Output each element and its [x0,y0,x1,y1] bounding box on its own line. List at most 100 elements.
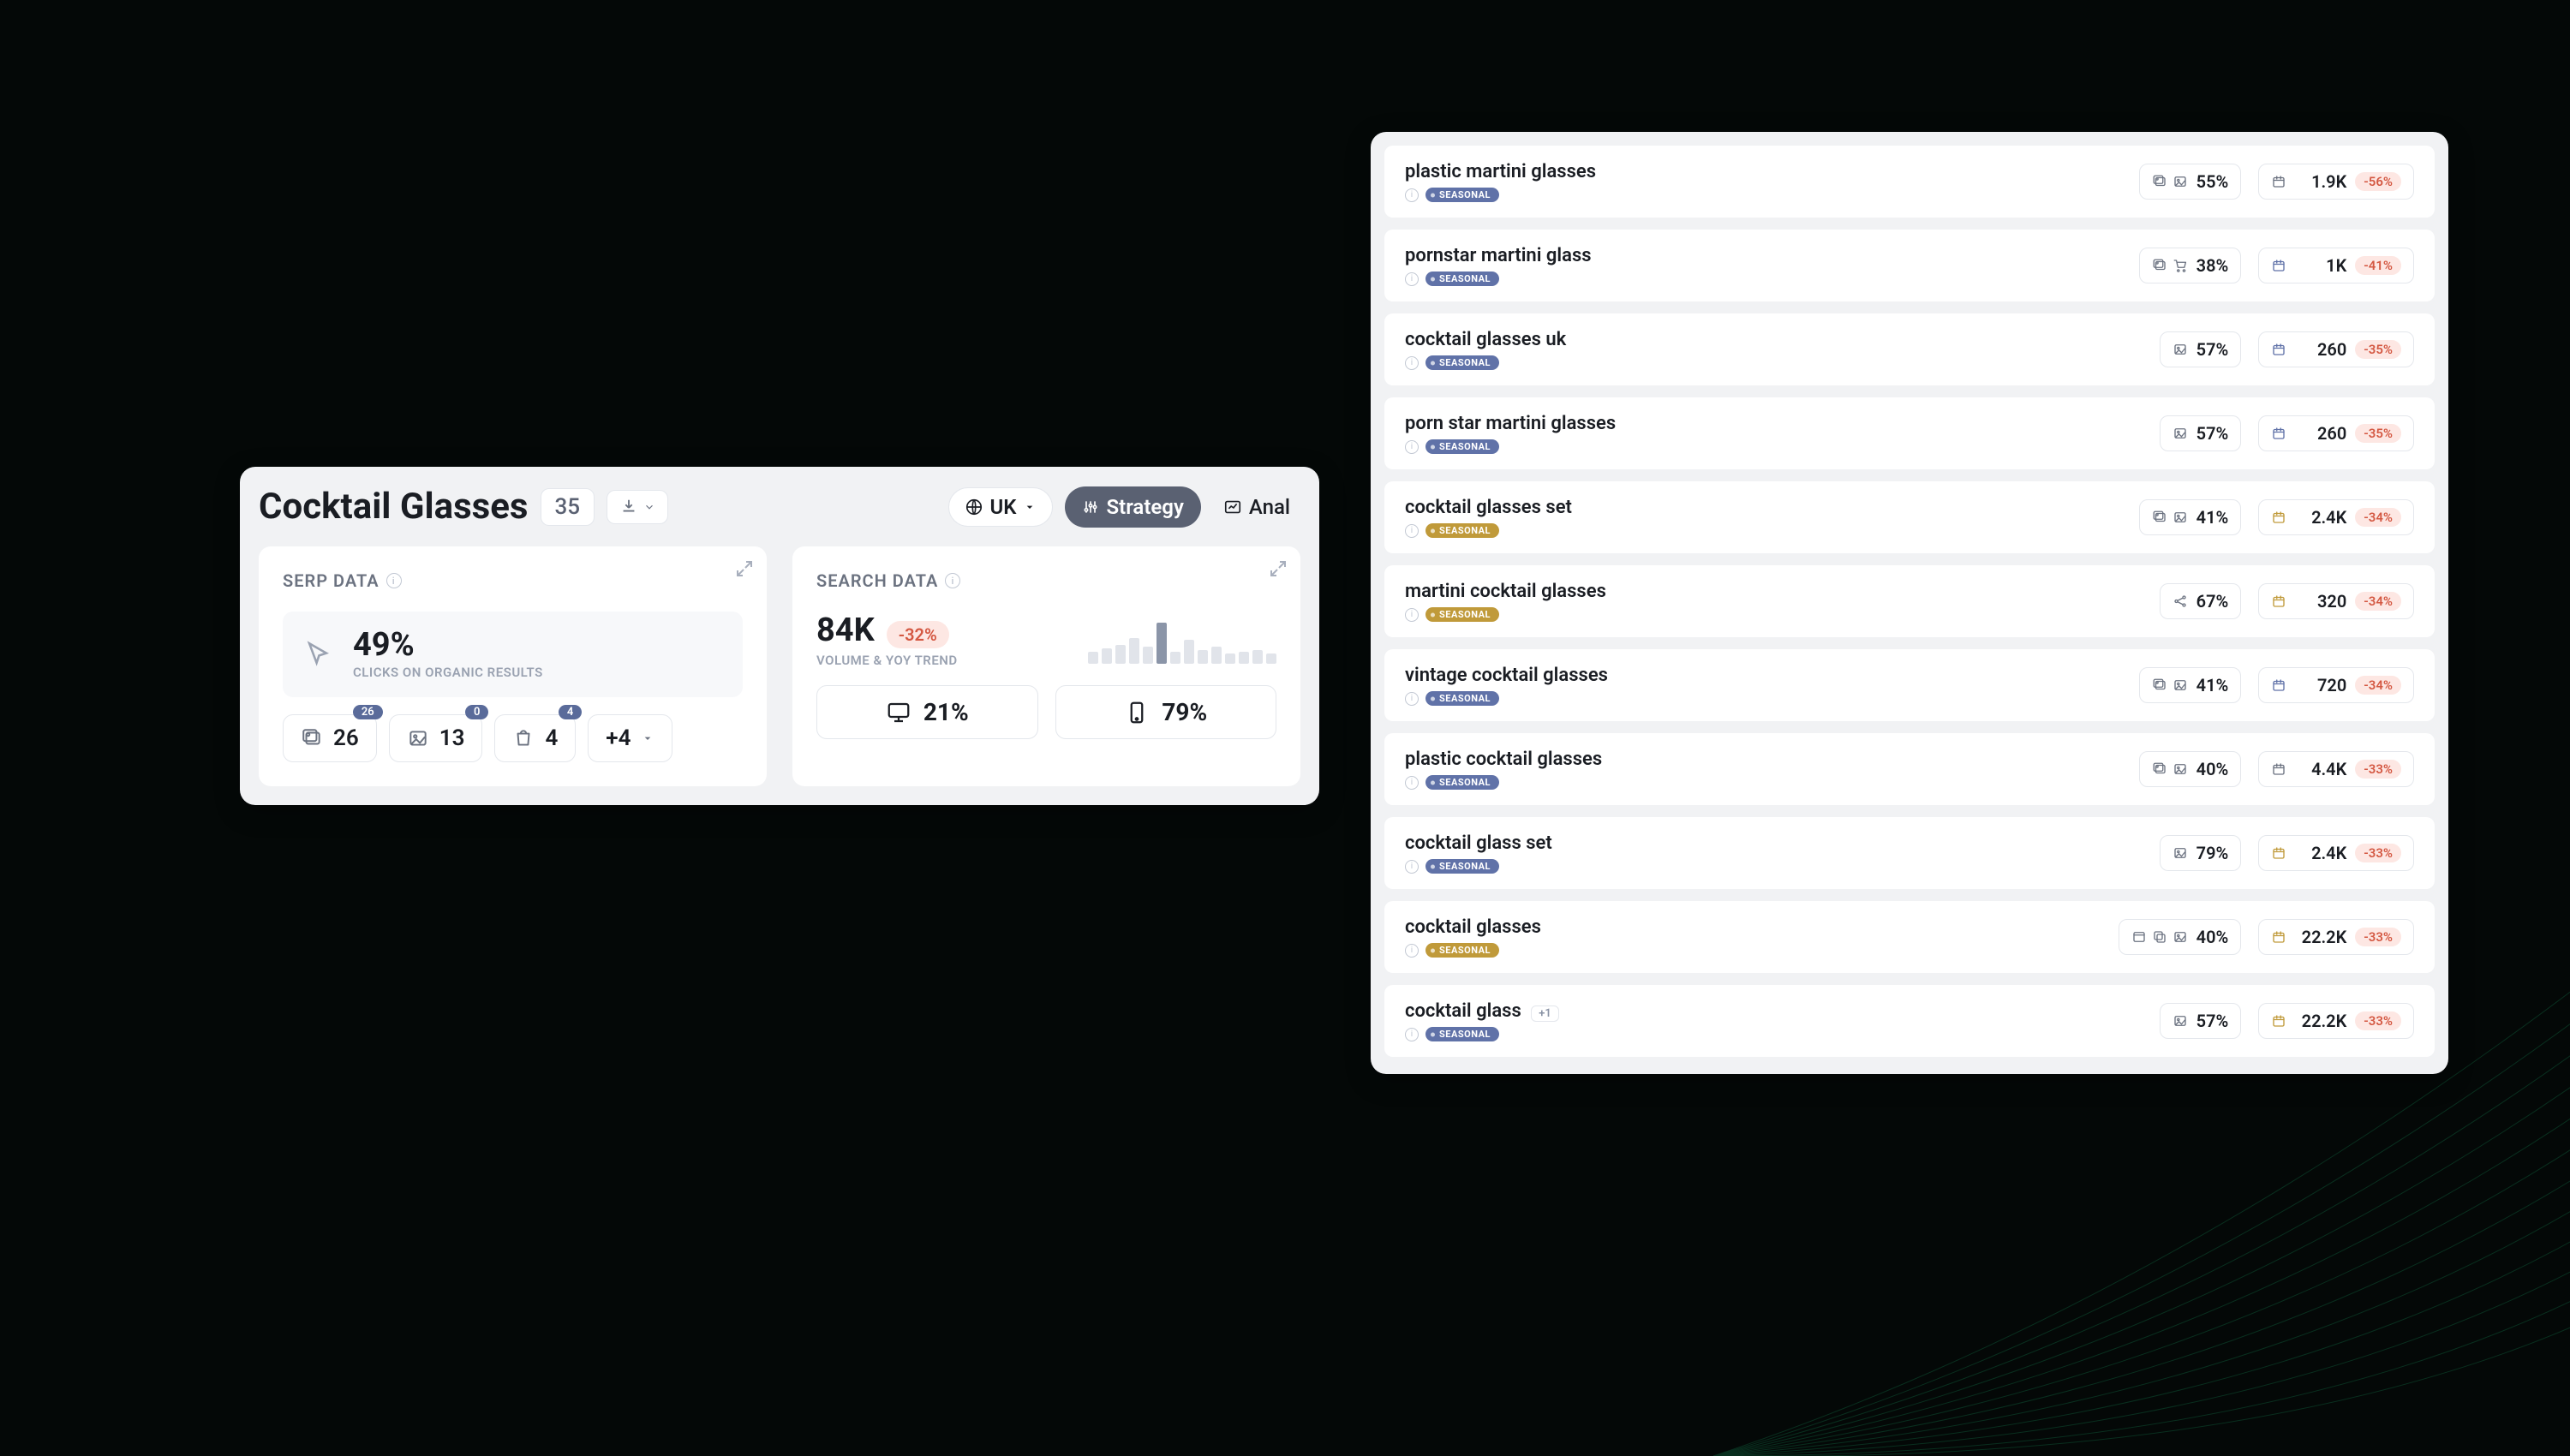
info-icon[interactable]: i [1405,356,1419,370]
tab-analytics-label: Anal [1249,495,1290,519]
seasonal-badge: SEASONAL [1425,272,1499,286]
seasonal-badge: SEASONAL [1425,355,1499,370]
serp-metric-value: 40% [2196,759,2229,779]
info-icon[interactable]: i [1405,944,1419,958]
search-data-card: SEARCH DATA i 84K -32% VOLUME & YOY TREN… [792,546,1300,786]
trend-sparkline [1088,616,1276,664]
search-volume: 84K [816,612,875,649]
keyword-row[interactable]: cocktail glassesiSEASONAL40%22.2K-33% [1384,901,2435,973]
tab-analytics[interactable]: Anal [1213,486,1300,528]
search-sub-label: VOLUME & YOY TREND [816,653,1067,668]
info-icon[interactable]: i [945,573,960,588]
seasonal-badge: SEASONAL [1425,188,1499,202]
keyword-main: porn star martini glassesiSEASONAL [1405,413,2143,454]
info-icon[interactable]: i [1405,692,1419,706]
keyword-row[interactable]: plastic martini glassesiSEASONAL55%1.9K-… [1384,146,2435,218]
info-icon[interactable]: i [386,573,402,588]
chevron-down-icon [1023,500,1037,514]
info-icon[interactable]: i [1405,524,1419,538]
image-icon [2173,845,2188,861]
spark-bar [1156,623,1167,664]
calendar-icon [2271,929,2286,945]
spark-bar [1252,650,1263,664]
volume-value: 260 [2295,423,2346,444]
info-icon[interactable]: i [1405,860,1419,874]
info-icon[interactable]: i [1405,272,1419,286]
seasonal-badge: SEASONAL [1425,775,1499,790]
info-icon[interactable]: i [1405,188,1419,202]
copy-icon [2152,929,2167,945]
serp-feature-badge: 4 [559,705,582,719]
serp-feature-pill[interactable]: 130 [389,714,483,762]
keyword-count-badge: 35 [541,488,595,526]
region-selector[interactable]: UK [948,487,1054,527]
image-icon [2173,929,2188,945]
page-title: Cocktail Glasses [259,486,529,528]
info-icon[interactable]: i [1405,776,1419,790]
keyword-main: vintage cocktail glassesiSEASONAL [1405,665,2122,706]
serp-feature-more[interactable]: +4 [588,714,672,762]
chart-icon [1223,498,1242,516]
tab-strategy[interactable]: Strategy [1065,486,1200,528]
spark-bar [1102,648,1112,664]
volume-value: 4.4K [2295,759,2346,779]
chevron-down-icon [641,731,654,745]
expand-button[interactable] [734,558,755,579]
keyword-plus-badge: +1 [1531,1005,1559,1022]
spark-bar [1198,650,1208,664]
keyword-list-panel: plastic martini glassesiSEASONAL55%1.9K-… [1371,132,2448,1074]
images-icon [2152,677,2167,693]
serp-metric: 40% [2139,751,2242,787]
seasonal-badge: SEASONAL [1425,859,1499,874]
volume-metric: 260-35% [2258,331,2414,367]
keyword-row[interactable]: cocktail glass +1iSEASONAL57%22.2K-33% [1384,985,2435,1057]
info-icon[interactable]: i [1405,608,1419,622]
keyword-row[interactable]: porn star martini glassesiSEASONAL57%260… [1384,397,2435,469]
tab-strategy-label: Strategy [1106,495,1183,519]
keyword-row[interactable]: cocktail glass setiSEASONAL79%2.4K-33% [1384,817,2435,889]
serp-hero: 49% CLICKS ON ORGANIC RESULTS [283,612,743,697]
calendar-icon [2271,174,2286,189]
info-icon[interactable]: i [1405,440,1419,454]
volume-metric: 2.4K-34% [2258,499,2414,535]
calendar-icon [2271,426,2286,441]
globe-icon [965,498,983,516]
keyword-row[interactable]: cocktail glasses setiSEASONAL41%2.4K-34% [1384,481,2435,553]
calendar-icon [2271,342,2286,357]
keyword-main: cocktail glass +1iSEASONAL [1405,1000,2143,1041]
volume-delta: -33% [2355,760,2401,779]
serp-metric-value: 38% [2196,255,2229,276]
calendar-icon [2271,510,2286,525]
keyword-row[interactable]: vintage cocktail glassesiSEASONAL41%720-… [1384,649,2435,721]
volume-metric: 1.9K-56% [2258,164,2414,200]
volume-metric: 1K-41% [2258,248,2414,283]
serp-metric: 41% [2139,667,2242,703]
spark-bar [1170,652,1180,664]
serp-feature-value: 26 [333,725,359,751]
serp-metric-value: 57% [2196,423,2229,444]
image-icon [2173,761,2188,777]
keyword-row[interactable]: cocktail glasses ukiSEASONAL57%260-35% [1384,313,2435,385]
spark-bar [1143,647,1153,664]
serp-feature-pill[interactable]: 2626 [283,714,377,762]
keyword-row[interactable]: plastic cocktail glasses i SEASONAL 40% 4.4K… [1384,733,2435,805]
sliders-icon [1082,498,1099,516]
keyword-main: plastic cocktail glasses i SEASONAL [1405,749,2122,790]
expand-button[interactable] [1268,558,1288,579]
summary-panel: Cocktail Glasses 35 UK Strategy Anal [240,467,1319,805]
spark-bar [1211,647,1222,664]
serp-card-title: SERP DATA i [283,570,743,591]
serp-feature-pill[interactable]: 44 [494,714,576,762]
volume-delta: -35% [2355,424,2401,443]
keyword-term: pornstar martini glass [1405,245,2122,266]
keyword-row[interactable]: pornstar martini glass i SEASONAL 38% 1K-41% [1384,230,2435,301]
keyword-term: plastic cocktail glasses [1405,749,2122,770]
info-icon[interactable]: i [1405,1028,1419,1041]
serp-feature-badge: 26 [353,705,383,719]
keyword-term: martini cocktail glasses [1405,581,2143,602]
seasonal-badge: SEASONAL [1425,439,1499,454]
images-icon [2152,510,2167,525]
keyword-row[interactable]: martini cocktail glassesiSEASONAL67%320-… [1384,565,2435,637]
serp-feature-value: 4 [545,725,558,751]
download-button[interactable] [607,490,668,524]
